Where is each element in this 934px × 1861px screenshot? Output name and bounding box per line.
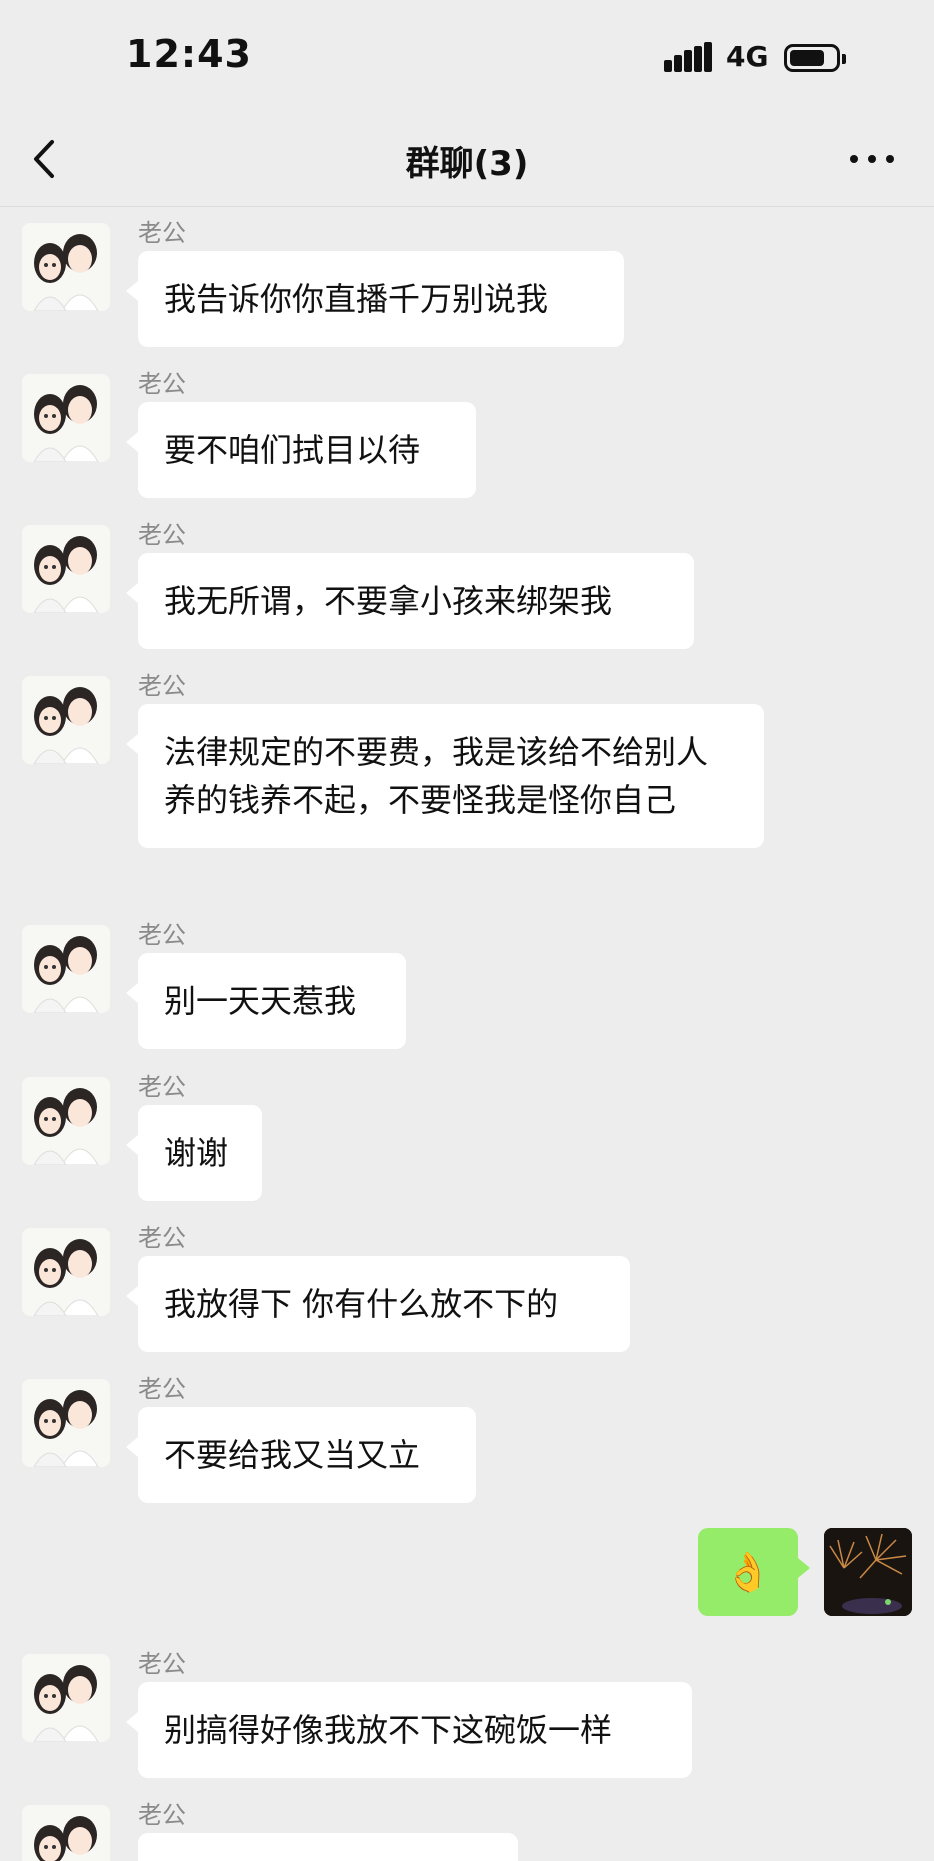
couple-avatar-icon — [22, 223, 110, 311]
sender-name: 老公 — [138, 1073, 186, 1101]
battery-icon — [784, 44, 846, 72]
chat-title: 群聊(3) — [405, 144, 529, 184]
sender-name: 老公 — [138, 1375, 186, 1403]
status-bar: 12:43 4G — [0, 0, 934, 112]
message-bubble[interactable]: 我告诉你你直播千万别说我 — [126, 251, 624, 347]
message-bubble[interactable] — [138, 1833, 518, 1861]
couple-avatar-icon — [22, 1654, 110, 1742]
message-bubble[interactable]: 要不咱们拭目以待 — [126, 402, 476, 498]
couple-avatar-icon — [22, 1228, 110, 1316]
more-button[interactable] — [844, 136, 900, 182]
sender-name: 老公 — [138, 1650, 186, 1678]
fireworks-avatar-icon — [824, 1528, 912, 1616]
message-bubble[interactable]: 我放得下 你有什么放不下的 — [126, 1256, 630, 1352]
avatar[interactable] — [22, 1379, 110, 1467]
nav-bar: 群聊(3) — [0, 112, 934, 207]
couple-avatar-icon — [22, 1379, 110, 1467]
sender-name: 老公 — [138, 370, 186, 398]
message-bubble[interactable]: 谢谢 — [126, 1105, 262, 1201]
sender-name: 老公 — [138, 219, 186, 247]
couple-avatar-icon — [22, 676, 110, 764]
avatar[interactable] — [22, 374, 110, 462]
signal-bars-icon — [664, 42, 712, 72]
couple-avatar-icon — [22, 925, 110, 1013]
more-horizontal-icon — [850, 155, 894, 163]
network-label: 4G — [726, 40, 769, 73]
message-bubble[interactable]: 不要给我又当又立 — [126, 1407, 476, 1503]
message-bubble[interactable]: 我无所谓，不要拿小孩来绑架我 — [126, 553, 694, 649]
avatar[interactable] — [22, 1654, 110, 1742]
avatar[interactable] — [22, 525, 110, 613]
avatar[interactable] — [22, 1805, 110, 1861]
couple-avatar-icon — [22, 1077, 110, 1165]
avatar[interactable] — [22, 1077, 110, 1165]
chat-area[interactable]: 老公 我告诉你你直播千万别说我 老公 要不咱们拭目以待 老公 我无所谓，不要拿小… — [0, 207, 934, 1861]
avatar[interactable] — [22, 925, 110, 1013]
ok-hand-emoji: 👌 — [724, 1549, 772, 1594]
message-bubble[interactable]: 法律规定的不要费，我是该给不给别人养的钱养不起，不要怪我是怪你自己 — [126, 704, 764, 848]
my-avatar[interactable] — [824, 1528, 912, 1616]
avatar[interactable] — [22, 676, 110, 764]
sender-name: 老公 — [138, 1801, 186, 1829]
sender-name: 老公 — [138, 921, 186, 949]
my-message-bubble[interactable]: 👌 — [698, 1528, 810, 1616]
couple-avatar-icon — [22, 1805, 110, 1861]
avatar[interactable] — [22, 1228, 110, 1316]
sender-name: 老公 — [138, 1224, 186, 1252]
couple-avatar-icon — [22, 525, 110, 613]
message-bubble[interactable]: 别一天天惹我 — [126, 953, 406, 1049]
status-time: 12:43 — [126, 32, 252, 76]
couple-avatar-icon — [22, 374, 110, 462]
avatar[interactable] — [22, 223, 110, 311]
message-bubble[interactable]: 别搞得好像我放不下这碗饭一样 — [126, 1682, 692, 1778]
sender-name: 老公 — [138, 521, 186, 549]
sender-name: 老公 — [138, 672, 186, 700]
